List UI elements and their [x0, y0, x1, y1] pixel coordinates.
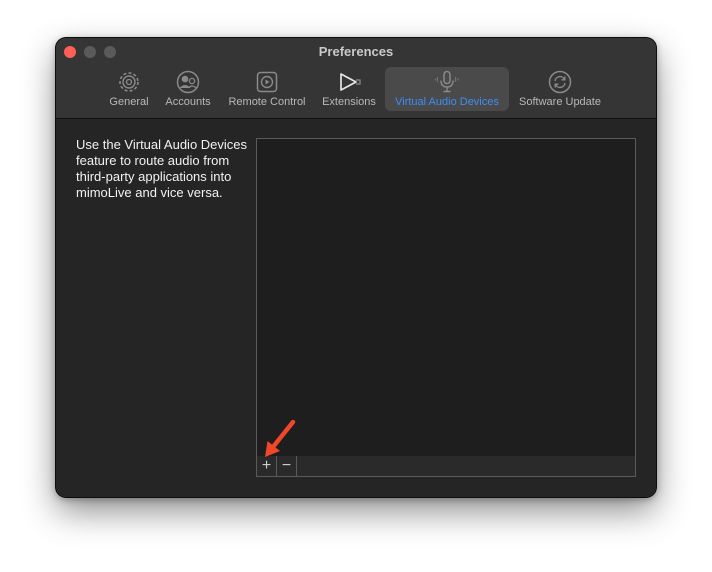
title-bar: Preferences General Accounts Remote Cont… — [56, 38, 656, 119]
tab-remote-control[interactable]: Remote Control — [222, 67, 312, 111]
tab-software-update[interactable]: Software Update — [514, 67, 606, 111]
list-footer-bar: + − — [256, 456, 636, 477]
tab-extensions[interactable]: Extensions — [318, 67, 380, 111]
annotation-arrow-icon — [265, 420, 296, 457]
tab-accounts-label: Accounts — [165, 96, 211, 108]
tab-general-label: General — [109, 96, 149, 108]
extensions-icon — [340, 73, 361, 91]
window-title: Preferences — [318, 44, 394, 59]
tab-virtual-audio-devices[interactable]: Virtual Audio Devices — [385, 67, 509, 111]
accounts-icon — [176, 70, 200, 94]
gear-icon — [119, 72, 139, 92]
remote-control-icon — [256, 71, 278, 93]
tab-software-update-label: Software Update — [519, 96, 601, 108]
microphone-icon — [434, 70, 459, 93]
tab-accounts[interactable]: Accounts — [160, 67, 216, 111]
tab-remote-control-label: Remote Control — [228, 96, 306, 108]
virtual-audio-devices-list[interactable] — [256, 138, 636, 458]
software-update-icon — [548, 70, 572, 94]
tab-extensions-label: Extensions — [322, 96, 376, 108]
preferences-content: Use the Virtual Audio Devices feature to… — [56, 119, 656, 497]
tab-virtual-audio-devices-label: Virtual Audio Devices — [395, 96, 499, 108]
preferences-window: Preferences General Accounts Remote Cont… — [56, 38, 656, 497]
tab-general[interactable]: General — [104, 67, 154, 111]
feature-description: Use the Virtual Audio Devices feature to… — [76, 137, 248, 200]
